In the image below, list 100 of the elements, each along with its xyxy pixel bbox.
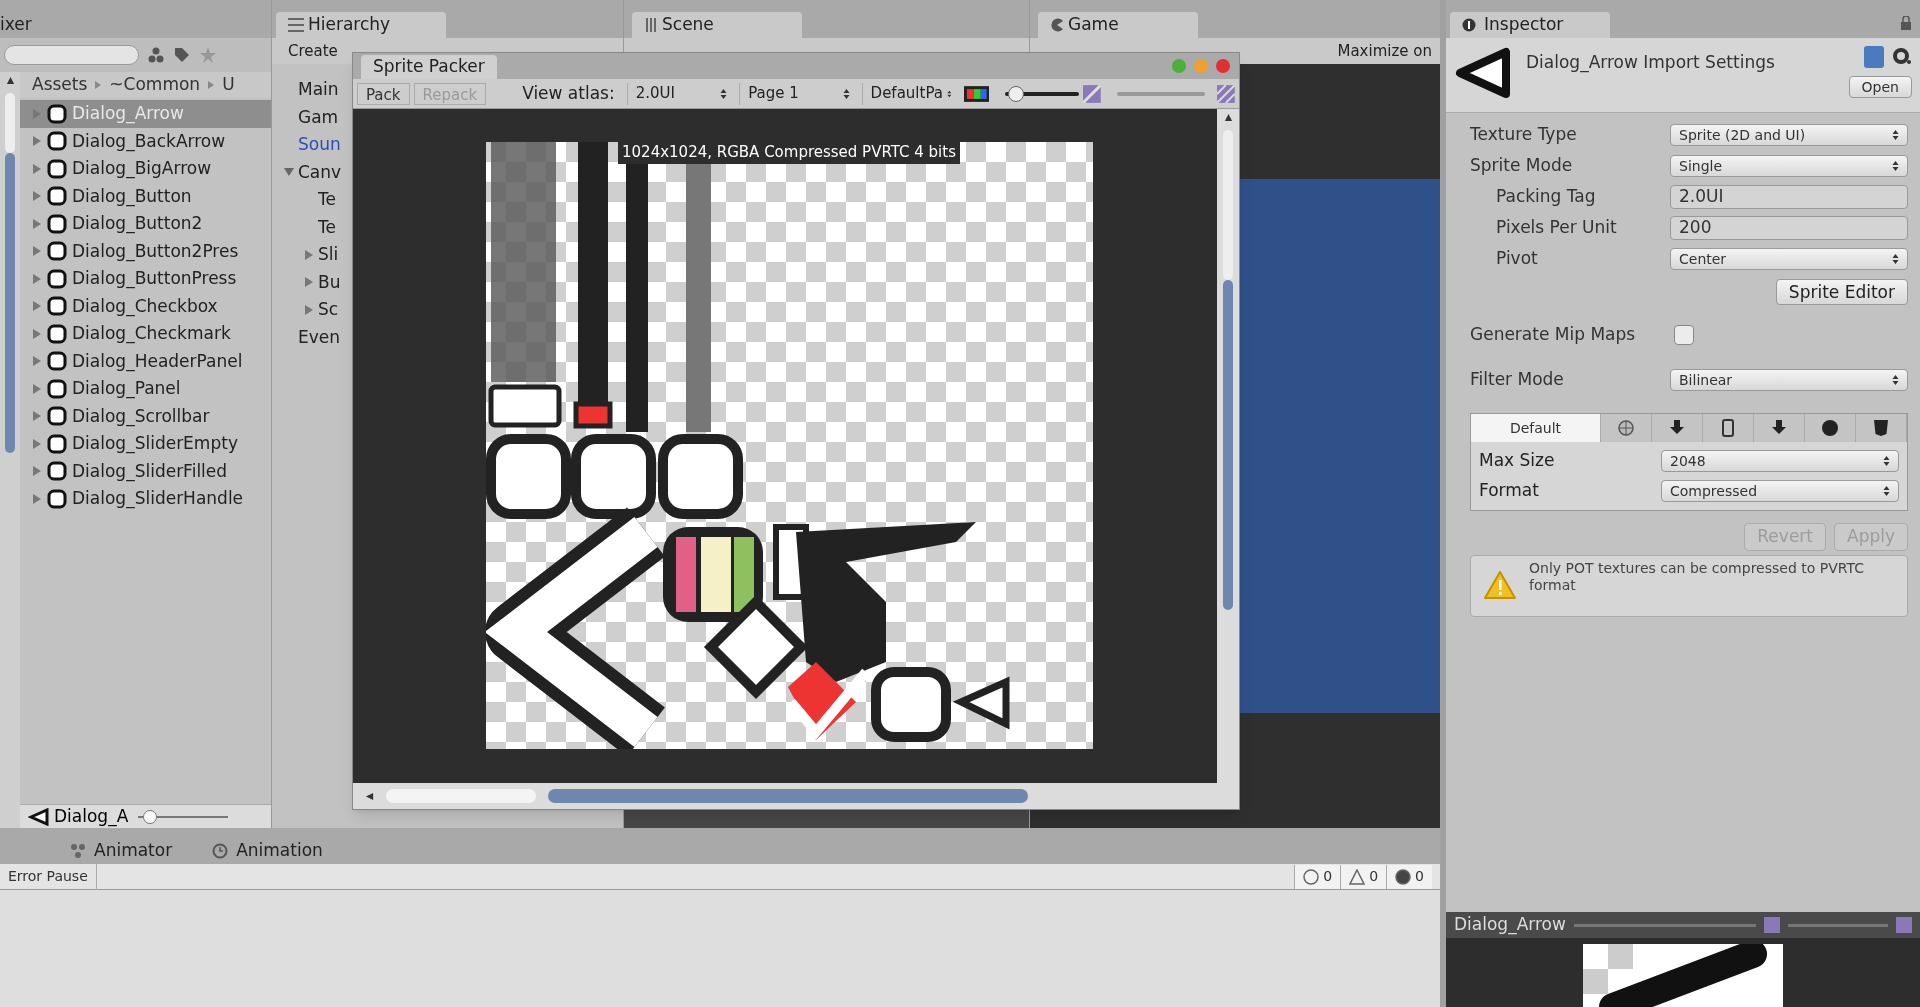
collapsed-triangle-icon[interactable] bbox=[32, 136, 42, 147]
scroll-up-arrow-icon[interactable] bbox=[1223, 113, 1233, 122]
asset-list-item[interactable]: Dialog_SliderHandle bbox=[20, 485, 271, 513]
asset-list-item[interactable]: Dialog_HeaderPanel bbox=[20, 347, 271, 375]
expanded-triangle-icon[interactable] bbox=[284, 167, 294, 178]
scrollbar-thumb[interactable] bbox=[5, 153, 15, 453]
collapsed-triangle-icon[interactable] bbox=[32, 411, 42, 422]
collapsed-triangle-icon[interactable] bbox=[32, 328, 42, 339]
sprite-editor-button[interactable]: Sprite Editor bbox=[1775, 279, 1908, 305]
hierarchy-item[interactable]: Te bbox=[318, 214, 336, 240]
open-button[interactable]: Open bbox=[1848, 76, 1912, 98]
collapsed-triangle-icon[interactable] bbox=[32, 356, 42, 367]
toolbar-button[interactable]: Pack bbox=[357, 82, 410, 105]
asset-list-item[interactable]: Dialog_BigArrow bbox=[20, 155, 271, 183]
platform-tab[interactable]: Default bbox=[1471, 414, 1601, 442]
info-count-button[interactable]: 0 bbox=[1294, 864, 1341, 889]
tag-icon[interactable] bbox=[173, 46, 191, 64]
color-channels-icon[interactable] bbox=[963, 85, 990, 102]
breadcrumb-item[interactable]: ~Common bbox=[109, 72, 201, 98]
hierarchy-item[interactable]: Bu bbox=[318, 269, 341, 295]
scrollbar-thumb[interactable] bbox=[548, 789, 1028, 803]
panel-tab[interactable]: Inspector bbox=[1450, 12, 1610, 38]
vertical-scrollbar[interactable] bbox=[1217, 109, 1239, 783]
collapsed-triangle-icon[interactable] bbox=[32, 301, 42, 312]
dropdown[interactable]: 2048 bbox=[1661, 450, 1899, 472]
field-label: Packing Tag bbox=[1496, 185, 1596, 209]
vertical-scrollbar[interactable] bbox=[0, 72, 20, 828]
collapsed-triangle-icon[interactable] bbox=[32, 466, 42, 477]
dropdown[interactable]: Single bbox=[1670, 155, 1908, 177]
input-field[interactable]: 200 bbox=[1670, 216, 1908, 240]
slider-thumb[interactable] bbox=[1008, 85, 1025, 102]
collapsed-triangle-icon[interactable] bbox=[32, 163, 42, 174]
asset-list-item[interactable]: Dialog_Button2 bbox=[20, 210, 271, 238]
hierarchy-item[interactable]: Sc bbox=[318, 297, 339, 323]
collapsed-triangle-icon[interactable] bbox=[304, 304, 314, 315]
window-title[interactable]: Sprite Packer bbox=[361, 55, 497, 79]
horizontal-scrollbar[interactable] bbox=[353, 783, 1239, 809]
dropdown[interactable]: DefaultPa bbox=[861, 82, 960, 105]
collapsed-triangle-icon[interactable] bbox=[32, 438, 42, 449]
asset-list-item[interactable]: Dialog_SliderEmpty bbox=[20, 430, 271, 458]
asset-list-item[interactable]: Dialog_ButtonPress bbox=[20, 265, 271, 293]
asset-list-item[interactable]: Dialog_BackArrow bbox=[20, 127, 271, 155]
panel-tab[interactable]: ixer bbox=[0, 12, 40, 38]
breadcrumb-item[interactable]: Assets bbox=[32, 72, 88, 98]
collapsed-triangle-icon[interactable] bbox=[32, 493, 42, 504]
panel-tab[interactable]: Hierarchy bbox=[276, 12, 446, 38]
updown-arrows-icon bbox=[1892, 160, 1899, 172]
panel-tab[interactable]: Scene bbox=[632, 12, 802, 38]
scroll-left-arrow-icon[interactable] bbox=[365, 791, 374, 801]
filter-icon[interactable] bbox=[147, 46, 165, 64]
slider-thumb[interactable] bbox=[142, 809, 157, 824]
warning-count-button[interactable]: 0 bbox=[1340, 864, 1387, 889]
input-field[interactable]: 2.0UI bbox=[1670, 185, 1908, 209]
zoom-slider[interactable] bbox=[1005, 85, 1079, 102]
asset-list-item[interactable]: Dialog_Button2Pres bbox=[20, 237, 271, 265]
settings-icon[interactable] bbox=[1892, 47, 1912, 67]
lock-icon[interactable] bbox=[1900, 16, 1912, 30]
collapsed-triangle-icon[interactable] bbox=[304, 249, 314, 260]
hierarchy-item[interactable]: Te bbox=[318, 187, 336, 213]
star-icon[interactable] bbox=[199, 46, 217, 64]
scroll-up-arrow-icon[interactable] bbox=[5, 76, 15, 85]
breadcrumb-item[interactable]: U bbox=[222, 72, 235, 98]
asset-list-item[interactable]: Dialog_Checkbox bbox=[20, 292, 271, 320]
hierarchy-item[interactable]: Sli bbox=[318, 242, 339, 268]
panel-tab[interactable]: Animation bbox=[212, 838, 323, 864]
dropdown[interactable]: Compressed bbox=[1661, 480, 1899, 502]
panel-tab[interactable]: Game bbox=[1038, 12, 1198, 38]
hierarchy-item[interactable]: Even bbox=[298, 324, 341, 350]
create-button[interactable]: Create bbox=[280, 39, 346, 63]
dropdown[interactable]: 2.0UI bbox=[626, 82, 736, 105]
collapsed-triangle-icon[interactable] bbox=[32, 273, 42, 284]
asset-list-item[interactable]: Dialog_Panel bbox=[20, 375, 271, 403]
hierarchy-item[interactable]: Soun bbox=[298, 132, 341, 158]
asset-list-item[interactable]: Dialog_Checkmark bbox=[20, 320, 271, 348]
error-count-button[interactable]: 0 bbox=[1386, 864, 1432, 889]
hierarchy-item[interactable]: Canv bbox=[298, 159, 342, 185]
checkbox[interactable] bbox=[1674, 325, 1694, 345]
panel-tab[interactable]: Animator bbox=[70, 838, 173, 864]
error-pause-button[interactable]: Error Pause bbox=[0, 863, 97, 890]
search-field[interactable] bbox=[4, 45, 139, 65]
field-label: Filter Mode bbox=[1470, 368, 1564, 392]
collapsed-triangle-icon[interactable] bbox=[32, 246, 42, 257]
close-icon[interactable] bbox=[1215, 58, 1231, 74]
collapsed-triangle-icon[interactable] bbox=[32, 383, 42, 394]
dropdown[interactable]: Sprite (2D and UI) bbox=[1670, 124, 1908, 146]
asset-list-item[interactable]: Dialog_Button bbox=[20, 182, 271, 210]
hierarchy-item[interactable]: Main bbox=[298, 77, 339, 103]
zoom-slider[interactable] bbox=[138, 809, 228, 824]
asset-list-item[interactable]: Dialog_Scrollbar bbox=[20, 402, 271, 430]
collapsed-triangle-icon[interactable] bbox=[32, 191, 42, 202]
dropdown[interactable]: Page 1 bbox=[739, 82, 858, 105]
dropdown[interactable]: Bilinear bbox=[1670, 369, 1908, 391]
collapsed-triangle-icon[interactable] bbox=[32, 218, 42, 229]
collapsed-triangle-icon[interactable] bbox=[304, 277, 314, 288]
hierarchy-item[interactable]: Gam bbox=[298, 104, 339, 130]
view-atlas-label: View atlas: bbox=[522, 81, 615, 105]
dropdown[interactable]: Center bbox=[1670, 248, 1908, 270]
mip-slider-track[interactable] bbox=[1116, 91, 1206, 96]
asset-list-item[interactable]: Dialog_SliderFilled bbox=[20, 457, 271, 485]
scrollbar-thumb[interactable] bbox=[1223, 280, 1233, 610]
